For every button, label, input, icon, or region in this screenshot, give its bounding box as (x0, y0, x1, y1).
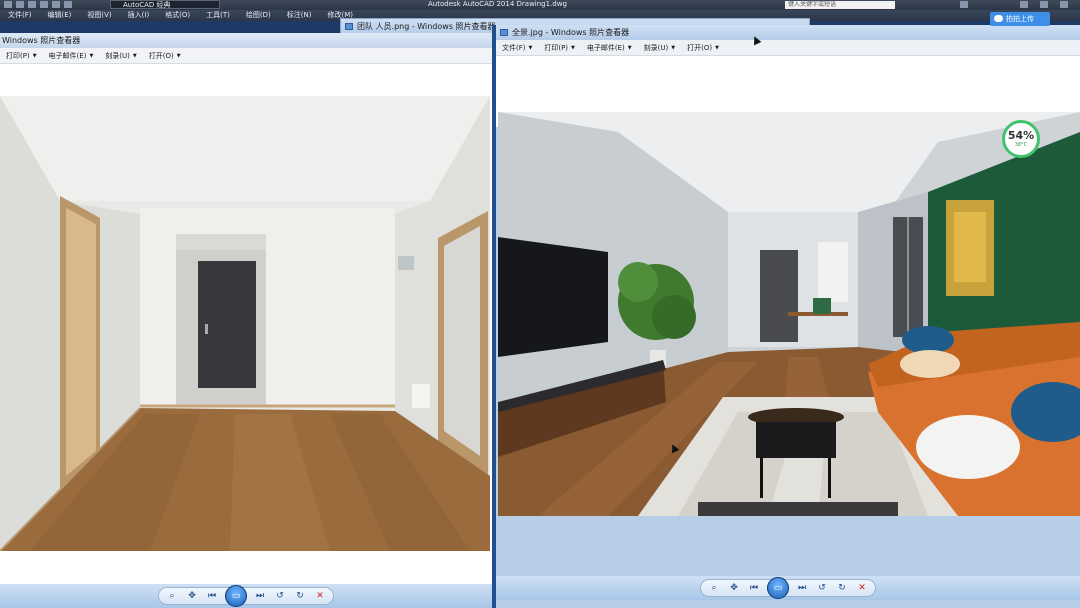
menu-open[interactable]: 打开(O) ▼ (143, 51, 187, 61)
cloud-icon (994, 15, 1003, 22)
menu-open[interactable]: 打开(O) ▼ (681, 43, 725, 53)
menu-open-label: 打开(O) (148, 51, 174, 60)
menu-view[interactable]: 视图(V) (79, 10, 119, 21)
right-toolbar-group: ⌕ ✥ ⏮ ▭ ⏭ ↺ ↻ ✕ (700, 577, 876, 599)
open-file-icon[interactable] (16, 1, 24, 8)
furnished-room-photo (498, 112, 1080, 516)
menu-print[interactable]: 打印(P) ▼ (0, 51, 43, 61)
caret-down-icon: ▼ (32, 52, 37, 59)
rotate-ccw-icon[interactable]: ↺ (273, 589, 287, 603)
menu-file[interactable]: 文件(F) (0, 10, 40, 21)
rotate-cw-icon[interactable]: ↻ (293, 589, 307, 603)
zoom-icon[interactable]: ⌕ (707, 581, 721, 595)
furnished-room-image (498, 112, 1080, 516)
performance-badge[interactable]: 54% 38°C (1002, 120, 1040, 158)
left-viewer-title: Windows 照片查看器 (2, 36, 81, 45)
empty-room-photo (0, 96, 490, 551)
menu-file-label: 文件(F) (502, 43, 526, 52)
right-viewer-title-bar[interactable]: 全景.jpg - Windows 照片查看器 (496, 25, 1080, 40)
left-viewer-title-bar[interactable]: Windows 照片查看器 (0, 33, 492, 48)
next-icon[interactable]: ⏭ (253, 589, 267, 603)
menu-burn-label: 刻录(U) (643, 43, 669, 52)
next-icon[interactable]: ⏭ (795, 581, 809, 595)
menu-burn[interactable]: 刻录(U) ▼ (638, 43, 681, 53)
left-viewer-menu-bar: 打印(P) ▼ 电子邮件(E) ▼ 刻录(U) ▼ 打开(O) ▼ (0, 48, 492, 64)
caret-down-icon: ▼ (528, 44, 533, 51)
right-viewer-title: 全景.jpg - Windows 照片查看器 (512, 28, 630, 37)
menu-draw[interactable]: 绘图(D) (238, 10, 279, 21)
close-icon[interactable] (1060, 1, 1068, 8)
middle-viewer-title: 团队 人员.png - Windows 照片查看器 (357, 22, 496, 31)
print-icon[interactable] (40, 1, 48, 8)
empty-room-image (0, 96, 490, 551)
cpu-temp: 38°C (1014, 142, 1028, 148)
zoom-icon[interactable]: ⌕ (165, 589, 179, 603)
previous-icon[interactable]: ⏮ (205, 589, 219, 603)
minimize-icon[interactable] (1040, 1, 1048, 8)
menu-tools[interactable]: 工具(T) (198, 10, 238, 21)
menu-format[interactable]: 格式(O) (157, 10, 198, 21)
new-file-icon[interactable] (4, 1, 12, 8)
previous-icon[interactable]: ⏮ (747, 581, 761, 595)
rotate-cw-icon[interactable]: ↻ (835, 581, 849, 595)
right-viewer-toolbar: ⌕ ✥ ⏮ ▭ ⏭ ↺ ↻ ✕ (496, 576, 1080, 600)
upload-button-label: 拍拍上传 (1006, 15, 1034, 23)
caret-down-icon: ▼ (571, 44, 575, 51)
image-icon (345, 23, 353, 30)
caret-down-icon: ▼ (132, 52, 137, 59)
menu-print[interactable]: 打印(P) ▼ (538, 43, 581, 53)
delete-icon[interactable]: ✕ (313, 589, 327, 603)
right-viewer-menu-bar: 文件(F) ▼ 打印(P) ▼ 电子邮件(E) ▼ 刻录(U) ▼ 打开(O) ▼ (496, 40, 1080, 56)
menu-edit[interactable]: 编辑(E) (40, 10, 80, 21)
caret-down-icon: ▼ (89, 52, 94, 59)
autocad-title-bar: AutoCAD 经典 Autodesk AutoCAD 2014 Drawing… (0, 0, 1080, 10)
menu-dimension[interactable]: 标注(N) (279, 10, 320, 21)
left-viewer-toolbar: ⌕ ✥ ⏮ ▭ ⏭ ↺ ↻ ✕ (0, 584, 492, 608)
fit-window-icon[interactable]: ✥ (185, 589, 199, 603)
menu-insert[interactable]: 插入(I) (120, 10, 158, 21)
menu-email-label: 电子邮件(E) (48, 51, 87, 60)
delete-icon[interactable]: ✕ (855, 581, 869, 595)
save-icon[interactable] (28, 1, 36, 8)
user-icon[interactable] (960, 1, 968, 8)
menu-print-label: 打印(P) (6, 51, 30, 60)
slideshow-button[interactable]: ▭ (767, 577, 789, 599)
redo-icon[interactable] (64, 1, 72, 8)
caret-down-icon: ▼ (715, 44, 719, 51)
menu-burn[interactable]: 刻录(U) ▼ (99, 51, 142, 61)
slideshow-button[interactable]: ▭ (225, 585, 247, 607)
workspace-dropdown[interactable]: AutoCAD 经典 (110, 0, 220, 9)
cpu-percent: 54% (1007, 129, 1035, 142)
menu-email[interactable]: 电子邮件(E) ▼ (43, 51, 100, 61)
menu-print-label: 打印(P) (544, 43, 569, 52)
menu-email[interactable]: 电子邮件(E) ▼ (581, 43, 638, 53)
menu-open-label: 打开(O) (687, 43, 713, 52)
rotate-ccw-icon[interactable]: ↺ (815, 581, 829, 595)
menu-email-label: 电子邮件(E) (586, 43, 625, 52)
search-input[interactable]: 键入关键字或短语 (785, 1, 895, 9)
menu-file[interactable]: 文件(F) ▼ (496, 43, 538, 53)
caret-down-icon: ▼ (671, 44, 676, 51)
upload-button[interactable]: 拍拍上传 (990, 12, 1050, 26)
left-toolbar-group: ⌕ ✥ ⏮ ▭ ⏭ ↺ ↻ ✕ (158, 585, 334, 607)
caret-down-icon: ▼ (627, 44, 632, 51)
undo-icon[interactable] (52, 1, 60, 8)
menu-burn-label: 刻录(U) (105, 51, 130, 60)
caret-down-icon: ▼ (176, 52, 181, 59)
help-icon[interactable] (1020, 1, 1028, 8)
image-icon (500, 29, 508, 36)
autocad-document-title: Autodesk AutoCAD 2014 Drawing1.dwg (428, 0, 567, 8)
fit-window-icon[interactable]: ✥ (727, 581, 741, 595)
